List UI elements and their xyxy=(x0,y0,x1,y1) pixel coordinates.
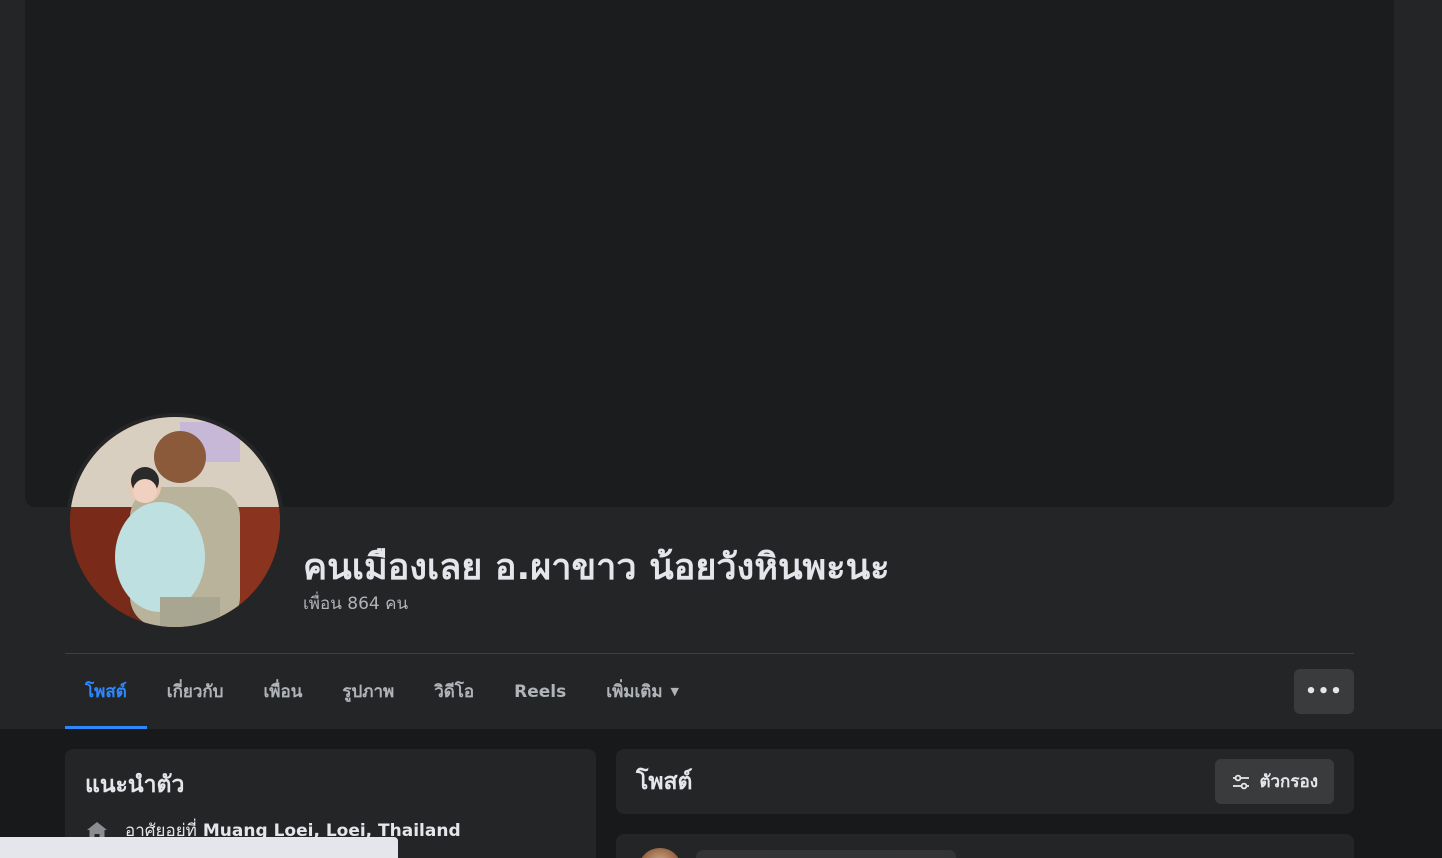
tab-label: รูปภาพ xyxy=(342,682,395,702)
tab-more[interactable]: เพิ่มเติม ▼ xyxy=(586,654,699,729)
posts-title: โพสต์ xyxy=(636,769,693,795)
tab-label: เกี่ยวกับ xyxy=(166,682,224,702)
filter-label: ตัวกรอง xyxy=(1259,772,1318,792)
tab-photos[interactable]: รูปภาพ xyxy=(322,654,414,729)
post-author-avatar[interactable] xyxy=(638,848,682,858)
profile-name: คนเมืองเลย อ.ผาขาว น้อยวังหินพะนะ xyxy=(303,547,890,588)
tab-friends[interactable]: เพื่อน xyxy=(243,654,322,729)
more-dots-icon: ••• xyxy=(1305,681,1343,702)
tab-label: โพสต์ xyxy=(85,682,127,702)
tab-label: วิดีโอ xyxy=(434,682,475,702)
tab-label: Reels xyxy=(514,681,567,702)
post-author-name-cropped xyxy=(696,850,956,858)
filter-icon xyxy=(1233,774,1250,789)
bottom-overlay-bar xyxy=(0,837,398,858)
intro-title: แนะนำตัว xyxy=(85,772,185,798)
profile-photo xyxy=(70,417,280,627)
tab-posts[interactable]: โพสต์ xyxy=(65,654,147,729)
profile-tabs: โพสต์ เกี่ยวกับ เพื่อน รูปภาพ วิดีโอ Ree… xyxy=(65,654,699,729)
profile-header: คนเมืองเลย อ.ผาขาว น้อยวังหินพะนะ เพื่อน… xyxy=(0,0,1442,729)
tab-label: เพิ่มเติม xyxy=(606,682,663,702)
friend-count[interactable]: เพื่อน 864 คน xyxy=(303,590,408,617)
tab-reels[interactable]: Reels xyxy=(494,654,586,729)
tab-videos[interactable]: วิดีโอ xyxy=(414,654,494,729)
posts-header-card: โพสต์ ตัวกรอง xyxy=(616,749,1354,814)
profile-photo-illustration xyxy=(70,417,280,627)
tab-label: เพื่อน xyxy=(263,682,303,702)
filter-button[interactable]: ตัวกรอง xyxy=(1215,759,1334,804)
tab-about[interactable]: เกี่ยวกับ xyxy=(147,654,244,729)
post-card xyxy=(616,834,1354,858)
more-options-button[interactable]: ••• xyxy=(1294,669,1354,714)
profile-avatar[interactable] xyxy=(66,413,284,631)
caret-down-icon: ▼ xyxy=(670,685,680,698)
